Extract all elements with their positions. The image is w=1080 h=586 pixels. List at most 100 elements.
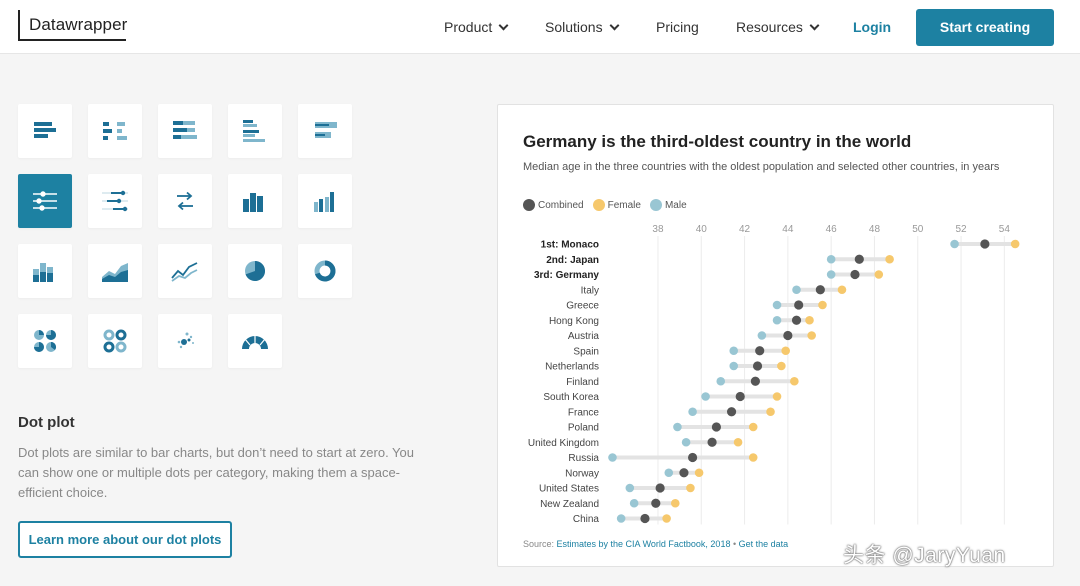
combined-dot [791, 315, 802, 325]
combined-dot [783, 330, 793, 341]
nav-solutions[interactable]: Solutions [545, 0, 620, 54]
male-dot [673, 422, 682, 432]
nav-resources[interactable]: Resources [736, 0, 820, 54]
male-dot [757, 331, 767, 340]
multiple-donuts-icon [103, 329, 127, 353]
source-link[interactable]: Estimates by the CIA World Factbook, 201… [557, 539, 731, 549]
female-dot [805, 315, 814, 325]
category-label: Netherlands [545, 362, 599, 373]
female-dot [781, 346, 790, 356]
female-dot [670, 498, 680, 508]
chart-type-stacked-column-chart[interactable] [18, 244, 72, 298]
category-label: Finland [566, 377, 599, 388]
chart-type-scatter-plot[interactable] [158, 314, 212, 368]
combined-dot [980, 239, 990, 249]
female-dot [1010, 239, 1020, 249]
chart-type-stacked-bars[interactable] [158, 104, 212, 158]
nav-product[interactable]: Product [444, 0, 509, 54]
category-label: United Kingdom [528, 438, 599, 449]
stacked-column-icon [33, 263, 53, 282]
source-prefix: Source: [523, 539, 557, 549]
grouped-bars-icon [243, 120, 265, 142]
female-dot [874, 270, 884, 279]
grouped-column-icon [314, 192, 334, 212]
column-chart-icon [243, 193, 263, 212]
chart-type-pie-chart[interactable] [228, 244, 282, 298]
line-chart-icon [171, 262, 198, 282]
chart-type-bar-chart[interactable] [18, 104, 72, 158]
chart-type-grouped-bars[interactable] [228, 104, 282, 158]
chart-preview-card: Germany is the third-oldest country in t… [497, 104, 1054, 567]
stacked-bars-icon [173, 121, 197, 139]
chart-type-donut-chart[interactable] [298, 244, 352, 298]
x-tick-label: 42 [739, 224, 751, 235]
female-dot [885, 254, 894, 264]
login-link[interactable]: Login [853, 0, 891, 54]
datawrapper-logo[interactable]: Datawrapper [18, 10, 127, 41]
top-navigation: Datawrapper Product Solutions Pricing Re… [0, 0, 1080, 54]
male-dot [950, 239, 959, 249]
chart-type-split-bars[interactable] [88, 104, 142, 158]
combined-dot [854, 254, 864, 264]
scatter-plot-icon [177, 332, 194, 349]
multiple-pies-icon [34, 330, 56, 352]
chart-type-description: Dot plots are similar to bar charts, but… [18, 445, 414, 500]
range-plot-icon [102, 190, 128, 212]
female-dot [777, 361, 786, 371]
nav-solutions-label: Solutions [545, 19, 603, 35]
x-tick-label: 38 [652, 224, 664, 235]
chart-type-grouped-column-chart[interactable] [298, 174, 352, 228]
pie-chart-icon [245, 261, 266, 281]
category-label: 1st: Monaco [541, 240, 599, 251]
get-the-data-link[interactable]: Get the data [739, 539, 789, 549]
combined-dot [711, 422, 722, 432]
chart-type-area-chart[interactable] [88, 244, 142, 298]
x-tick-label: 40 [696, 224, 708, 235]
bullet-bars-icon [315, 122, 337, 138]
female-dot [837, 285, 847, 295]
category-label: New Zealand [540, 499, 599, 510]
nav-pricing[interactable]: Pricing [656, 0, 699, 54]
chevron-down-icon [609, 20, 620, 30]
male-dot [772, 300, 782, 310]
x-tick-label: 46 [826, 224, 838, 235]
dot-plot-chart: 38 40 42 44 46 48 50 52 54 1st: Monaco 2nd: Japan 3… [528, 224, 1020, 525]
category-label: Norway [565, 468, 599, 479]
category-label: South Korea [543, 392, 599, 403]
combined-dot [735, 391, 745, 402]
combined-dot [794, 300, 804, 310]
chart-type-bullet-bars[interactable] [298, 104, 352, 158]
chart-type-dot-plot[interactable] [18, 174, 72, 228]
male-dot [616, 514, 626, 523]
chart-type-arrow-plot[interactable] [158, 174, 212, 228]
x-tick-label: 44 [782, 224, 794, 235]
start-creating-button[interactable]: Start creating [916, 9, 1054, 46]
arrow-plot-icon [177, 191, 193, 211]
category-label: Greece [566, 301, 599, 312]
female-dot [790, 376, 799, 386]
chart-type-range-plot[interactable] [88, 174, 142, 228]
nav-product-label: Product [444, 19, 493, 35]
female-dot [733, 437, 743, 447]
combined-dot [640, 513, 650, 524]
chart-type-multiple-pies[interactable] [18, 314, 72, 368]
female-dot [818, 300, 827, 310]
chart-type-line-chart[interactable] [158, 244, 212, 298]
election-donut-icon [242, 335, 268, 349]
male-dot [688, 407, 697, 417]
learn-more-button[interactable]: Learn more about our dot plots [18, 521, 232, 558]
male-dot [716, 376, 726, 386]
x-tick-label: 52 [955, 224, 967, 235]
watermark: 头条 @JaryYuan [843, 544, 1006, 567]
category-label: 3rd: Germany [534, 270, 599, 281]
chart-type-election-donut[interactable] [228, 314, 282, 368]
female-dot [748, 453, 758, 462]
chart-type-title: Dot plot [18, 414, 75, 431]
combined-dot [815, 285, 825, 295]
chart-type-multiple-donuts[interactable] [88, 314, 142, 368]
male-dot [701, 392, 710, 401]
male-dot [681, 437, 691, 447]
male-dot [826, 254, 836, 264]
female-dot [694, 468, 704, 478]
chart-type-column-chart[interactable] [228, 174, 282, 228]
